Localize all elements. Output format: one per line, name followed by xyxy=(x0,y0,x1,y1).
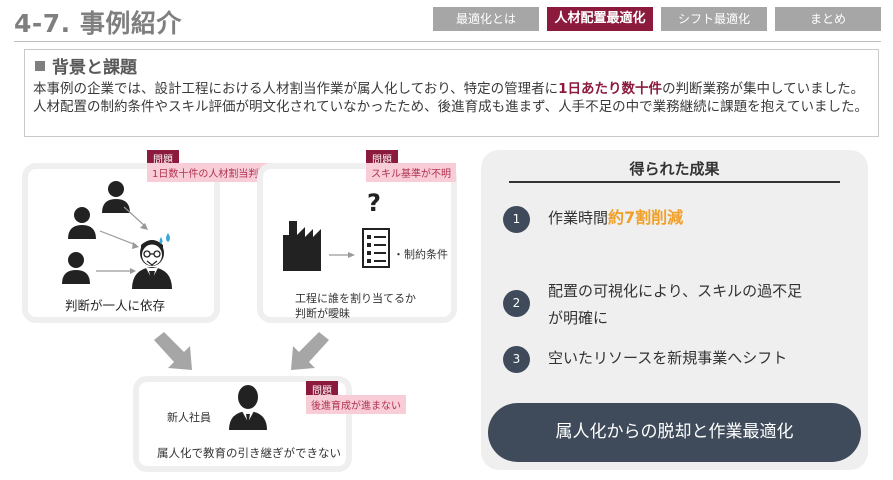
result-text-1: 作業時間約7割削減 xyxy=(548,206,683,230)
result-number-2: 2 xyxy=(503,290,530,317)
conclusion-banner: 属人化からの脱却と作業最適化 xyxy=(488,403,861,462)
arrow-down-left-icon xyxy=(291,332,329,370)
result-text-2: 配置の可視化により、スキルの過不足 が明確に xyxy=(548,278,802,332)
square-bullet-icon xyxy=(35,60,45,71)
result-text-3: 空いたリソースを新規事業へシフト xyxy=(548,349,788,367)
result-item-2: 2 配置の可視化により、スキルの過不足 が明確に xyxy=(503,278,802,332)
constraint-list-label: ・制約条件 xyxy=(393,248,448,261)
card-b-problem-note: スキル基準が不明 xyxy=(366,163,456,182)
background-text: 本事例の企業では、設計工程における人材割当作業が属人化しており、特定の管理者に1… xyxy=(33,80,873,116)
card-c-caption: 属人化で教育の引き継ぎができない xyxy=(157,446,341,460)
result-number-1: 1 xyxy=(503,206,530,233)
background-heading-text: 背景と課題 xyxy=(52,58,137,78)
tab-summary[interactable]: まとめ xyxy=(775,7,881,31)
background-highlight: 1日あたり数十件 xyxy=(558,81,663,97)
arrow-down-right-icon xyxy=(154,332,192,370)
card-c-problem-note: 後進育成が進まない xyxy=(306,395,406,414)
result-text-2-line1: 配置の可視化により、スキルの過不足 xyxy=(548,282,803,300)
new-employee-icon xyxy=(229,385,267,430)
people-to-manager-icon xyxy=(62,181,172,289)
result-item-3: 3 空いたリソースを新規事業へシフト xyxy=(503,346,787,373)
results-title: 得られた成果 xyxy=(629,160,720,178)
result-text-2-line2: が明確に xyxy=(548,309,609,327)
card-a-problem-note: 1日数十件の人材割当判断 xyxy=(147,163,274,182)
factory-to-checklist-icon: ? xyxy=(283,191,390,271)
results-title-underline xyxy=(509,181,840,183)
background-box: 背景と課題 本事例の企業では、設計工程における人材割当作業が属人化しており、特定… xyxy=(24,49,879,137)
tab-staff-allocation[interactable]: 人材配置最適化 xyxy=(547,7,653,31)
svg-text:?: ? xyxy=(367,191,381,217)
card-single-decision-maker: 判断が一人に依存 xyxy=(22,163,220,323)
tab-shift-optimization[interactable]: シフト最適化 xyxy=(661,7,767,31)
card-b-caption-line1: 工程に誰を割り当てるか xyxy=(295,292,416,305)
result-emphasis: 約7割削減 xyxy=(608,208,684,227)
background-heading: 背景と課題 xyxy=(35,53,137,78)
new-employee-label: 新人社員 xyxy=(167,411,211,424)
results-panel: 得られた成果 1 作業時間約7割削減 2 配置の可視化により、スキルの過不足 が… xyxy=(481,150,868,470)
tab-optimization-intro[interactable]: 最適化とは xyxy=(433,7,539,31)
section-nav: 最適化とは 人材配置最適化 シフト最適化 まとめ xyxy=(433,7,881,31)
result-number-3: 3 xyxy=(503,346,530,373)
background-text-before: 本事例の企業では、設計工程における人材割当作業が属人化しており、特定の管理者に xyxy=(33,81,559,97)
card-unclear-assignment: ? ・制約条件 工程に誰を割り当てるか 判断が曖昧 xyxy=(257,163,457,323)
card-b-caption-line2: 判断が曖昧 xyxy=(295,307,350,320)
header-divider xyxy=(14,41,881,42)
result-item-1: 1 作業時間約7割削減 xyxy=(503,206,683,233)
result-text-1-main: 作業時間 xyxy=(548,209,609,227)
card-a-caption: 判断が一人に依存 xyxy=(65,298,166,313)
page-title: 4-7. 事例紹介 xyxy=(14,9,182,38)
